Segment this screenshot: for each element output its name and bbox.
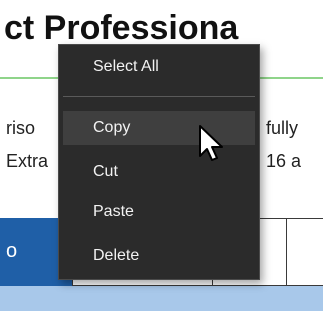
mouse-pointer-icon	[199, 125, 223, 161]
menu-separator	[63, 96, 255, 97]
body-text-line2-right: 16 a	[266, 151, 302, 171]
body-text-line1-left: riso	[6, 118, 36, 138]
body-text-line2-left: Extra	[6, 151, 49, 171]
menu-item-delete[interactable]: Delete	[63, 239, 255, 273]
menu-item-select-all[interactable]: Select All	[63, 50, 255, 84]
menu-item-paste[interactable]: Paste	[63, 195, 255, 229]
body-text-line1-right: fully	[266, 118, 299, 138]
table-header-text: o	[6, 240, 18, 262]
context-menu: Select All Copy Cut Paste Delete	[58, 44, 260, 280]
table-cell	[286, 218, 323, 286]
table-blue-band	[0, 286, 323, 311]
